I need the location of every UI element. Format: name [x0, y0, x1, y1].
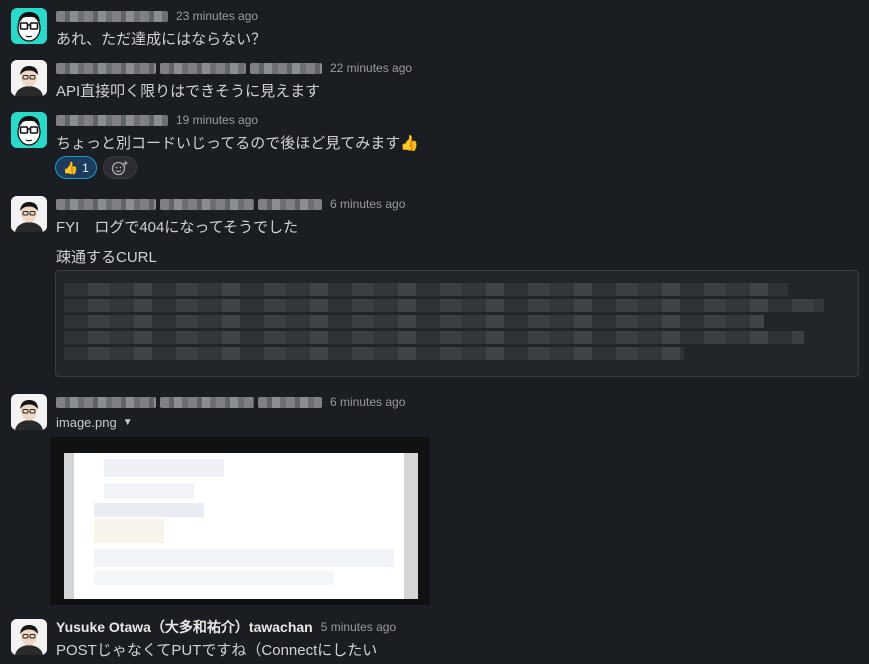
blurred-username[interactable]: [56, 62, 156, 74]
message-header: 6 minutes ago: [56, 195, 405, 213]
add-reaction-button[interactable]: [103, 156, 137, 179]
glasses-avatar-icon[interactable]: [11, 112, 47, 148]
blurred-username[interactable]: [56, 198, 156, 210]
message-text: API直接叩く限りはできそうに見えます: [56, 83, 321, 100]
file-name-label[interactable]: image.png ▼: [56, 415, 133, 430]
blurred-username[interactable]: [160, 396, 254, 408]
person-avatar-icon[interactable]: [11, 60, 47, 96]
blurred-username[interactable]: [258, 396, 322, 408]
blurred-username[interactable]: [56, 114, 168, 126]
blurred-username[interactable]: [250, 62, 322, 74]
timestamp[interactable]: 19 minutes ago: [176, 113, 258, 127]
person-avatar-icon[interactable]: [11, 619, 47, 655]
image-pixel-block: [94, 571, 334, 585]
image-pixel-block: [94, 549, 394, 567]
timestamp[interactable]: 22 minutes ago: [330, 61, 412, 75]
reaction-count: 1: [82, 160, 89, 175]
blurred-username[interactable]: [258, 198, 322, 210]
thumbs-up-reaction[interactable]: 👍 1: [55, 156, 97, 179]
person-avatar-icon[interactable]: [11, 394, 47, 430]
code-line: [64, 315, 764, 328]
add-reaction-icon: [111, 160, 128, 175]
image-pixel-block: [94, 519, 164, 543]
message-header: 23 minutes ago: [56, 7, 258, 25]
image-content: [74, 453, 404, 599]
message-header: 22 minutes ago: [56, 59, 412, 77]
person-avatar-icon[interactable]: [11, 196, 47, 232]
timestamp[interactable]: 23 minutes ago: [176, 9, 258, 23]
blurred-username[interactable]: [56, 396, 156, 408]
timestamp[interactable]: 5 minutes ago: [321, 620, 396, 634]
message-header: Yusuke Otawa（大多和祐介）tawachan 5 minutes ag…: [56, 618, 396, 636]
timestamp[interactable]: 6 minutes ago: [330, 197, 405, 211]
message-text-secondary: 疎通するCURL: [56, 249, 157, 266]
image-attachment[interactable]: [50, 437, 430, 605]
code-line: [64, 283, 788, 296]
message-text: FYI ログで404になってそうでした: [56, 219, 299, 236]
code-line: [64, 331, 804, 344]
reaction-bar: 👍 1: [55, 156, 137, 179]
image-pixel-block: [94, 503, 204, 517]
message-header: 19 minutes ago: [56, 111, 258, 129]
blurred-username[interactable]: [160, 62, 246, 74]
file-name: image.png: [56, 415, 117, 430]
message-text: ちょっと別コードいじってるので後ほど見てみます👍: [56, 135, 419, 152]
thumbs-up-icon: 👍: [63, 160, 79, 175]
author-name[interactable]: Yusuke Otawa（大多和祐介）tawachan: [56, 617, 313, 637]
image-pixel-block: [104, 483, 194, 499]
chevron-down-icon[interactable]: ▼: [123, 417, 133, 428]
image-pixel-block: [104, 459, 224, 477]
timestamp[interactable]: 6 minutes ago: [330, 395, 405, 409]
code-line: [64, 347, 684, 360]
blurred-username[interactable]: [160, 198, 254, 210]
code-line: [64, 299, 824, 312]
glasses-avatar-icon[interactable]: [11, 8, 47, 44]
code-block[interactable]: [55, 270, 859, 377]
message-header: 6 minutes ago: [56, 393, 405, 411]
blurred-username[interactable]: [56, 10, 168, 22]
message-text: あれ、ただ達成にはならない？: [56, 31, 267, 48]
message-text: POSTじゃなくてPUTですね（Connectにしたい: [56, 642, 378, 659]
image-frame: [64, 453, 418, 599]
